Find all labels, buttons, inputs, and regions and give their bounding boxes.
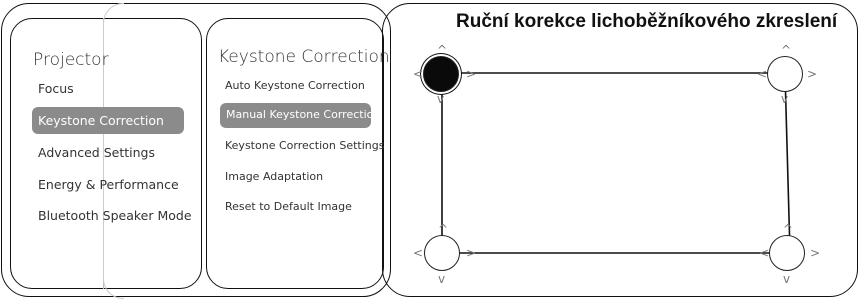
arrow-up-icon: ^ [438, 222, 449, 236]
arrow-down-icon: v [437, 92, 445, 106]
arrow-right-icon: > [810, 246, 821, 260]
arrow-left-icon: < [757, 67, 768, 81]
corner-handle-bottom-left[interactable] [424, 235, 460, 271]
arrow-up-icon: ^ [781, 43, 792, 57]
corner-handle-top-left[interactable] [423, 56, 459, 92]
arrow-down-icon: v [781, 92, 789, 106]
arrow-down-icon: v [783, 272, 791, 286]
arrow-left-icon: < [413, 67, 424, 81]
arrow-right-icon: > [466, 67, 477, 81]
arrow-up-icon: ^ [437, 43, 448, 57]
corner-handle-bottom-right[interactable] [769, 235, 805, 271]
arrow-down-icon: v [438, 272, 446, 286]
arrow-right-icon: > [466, 246, 477, 260]
arrow-left-icon: < [759, 246, 770, 260]
arrow-up-icon: ^ [783, 222, 794, 236]
arrow-left-icon: < [413, 246, 424, 260]
corner-handle-top-right[interactable] [767, 56, 803, 92]
arrow-right-icon: > [807, 67, 818, 81]
